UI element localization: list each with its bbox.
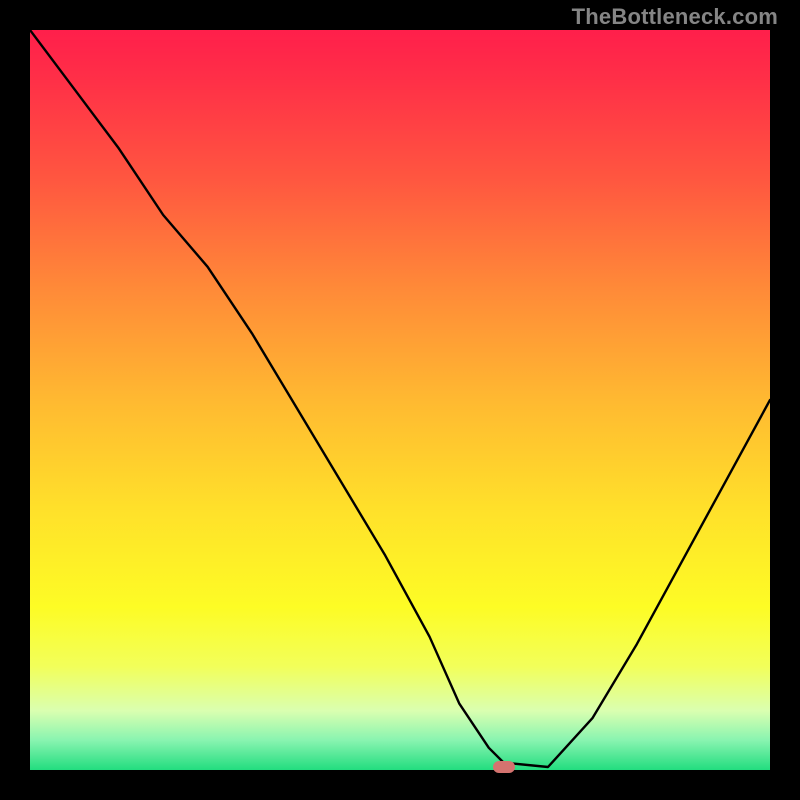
curve-path [30, 30, 770, 767]
plot-area [30, 30, 770, 770]
watermark-text: TheBottleneck.com [572, 4, 778, 30]
chart-frame: TheBottleneck.com [0, 0, 800, 800]
optimal-marker [493, 761, 515, 773]
bottleneck-curve [30, 30, 770, 770]
